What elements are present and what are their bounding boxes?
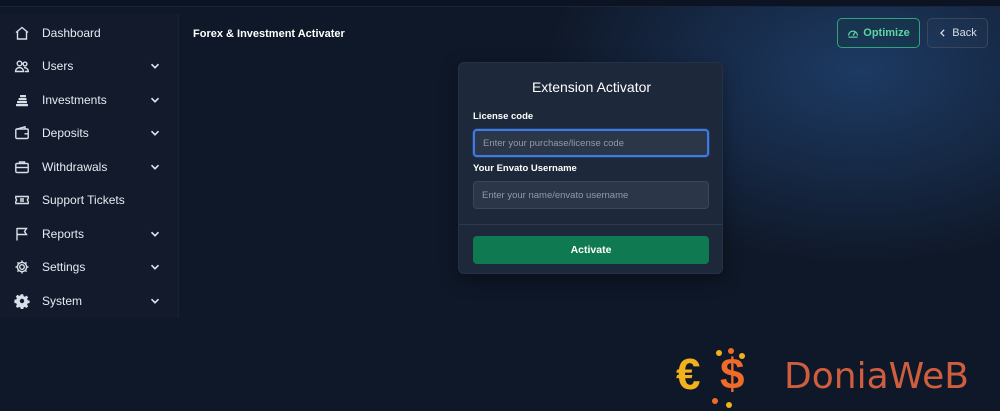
chevron-down-icon <box>150 229 160 239</box>
sidebar-item-support-tickets[interactable]: Support Tickets <box>0 185 178 215</box>
chevron-down-icon <box>150 296 160 306</box>
flag-icon <box>14 226 30 242</box>
sidebar-item-label: Deposits <box>42 126 89 140</box>
back-button[interactable]: Back <box>927 18 988 48</box>
chevron-down-icon <box>150 95 160 105</box>
sidebar-item-label: Settings <box>42 260 86 274</box>
chevron-left-icon <box>940 29 945 37</box>
dollar-symbol-icon: $ <box>720 350 745 399</box>
optimize-label: Optimize <box>863 27 910 39</box>
chevron-down-icon <box>150 162 160 172</box>
sidebar-item-reports[interactable]: Reports <box>0 219 178 249</box>
chevron-down-icon <box>150 262 160 272</box>
cog-icon <box>14 293 30 309</box>
sidebar-item-users[interactable]: Users <box>0 51 178 81</box>
home-icon <box>14 25 30 41</box>
speedometer-icon <box>848 30 859 38</box>
sidebar-item-label: Investments <box>42 93 107 107</box>
logo-dot <box>726 402 732 408</box>
sidebar-item-label: System <box>42 294 83 308</box>
sidebar: Dashboard Users Investments Deposits Wit… <box>0 14 179 318</box>
euro-symbol-icon: € <box>676 350 701 399</box>
optimize-button[interactable]: Optimize <box>837 18 920 48</box>
divider <box>459 224 722 225</box>
back-label: Back <box>952 27 977 39</box>
sidebar-item-withdrawals[interactable]: Withdrawals <box>0 152 178 182</box>
page-title: Forex & Investment Activater <box>193 28 345 40</box>
sidebar-item-label: Dashboard <box>42 26 101 40</box>
sidebar-item-system[interactable]: System <box>0 286 178 316</box>
briefcase-icon <box>14 159 30 175</box>
sidebar-item-label: Users <box>42 59 74 73</box>
doniaweb-watermark: € $ DoniaWeB <box>676 348 996 410</box>
activate-button[interactable]: Activate <box>473 236 709 264</box>
sidebar-item-label: Support Tickets <box>42 193 125 207</box>
wallet-icon <box>14 125 30 141</box>
logo-dot <box>712 398 718 404</box>
sidebar-item-label: Reports <box>42 227 85 241</box>
ticket-icon <box>14 192 30 208</box>
license-code-label: License code <box>473 111 534 122</box>
sidebar-item-deposits[interactable]: Deposits <box>0 118 178 148</box>
envato-username-input[interactable] <box>473 181 709 209</box>
coins-icon <box>14 92 30 108</box>
sidebar-item-settings[interactable]: Settings <box>0 252 178 282</box>
license-code-input[interactable] <box>473 129 709 157</box>
watermark-text: DoniaWeB <box>784 356 969 397</box>
top-bar <box>0 0 1000 7</box>
extension-activator-card: Extension Activator License code Your En… <box>458 62 723 274</box>
users-icon <box>14 58 30 74</box>
chevron-down-icon <box>150 128 160 138</box>
sidebar-item-label: Withdrawals <box>42 160 108 174</box>
envato-username-label: Your Envato Username <box>473 163 577 174</box>
gear-icon <box>14 259 30 275</box>
sidebar-item-dashboard[interactable]: Dashboard <box>0 18 178 48</box>
card-title: Extension Activator <box>531 79 652 95</box>
sidebar-item-investments[interactable]: Investments <box>0 85 178 115</box>
chevron-down-icon <box>150 61 160 71</box>
